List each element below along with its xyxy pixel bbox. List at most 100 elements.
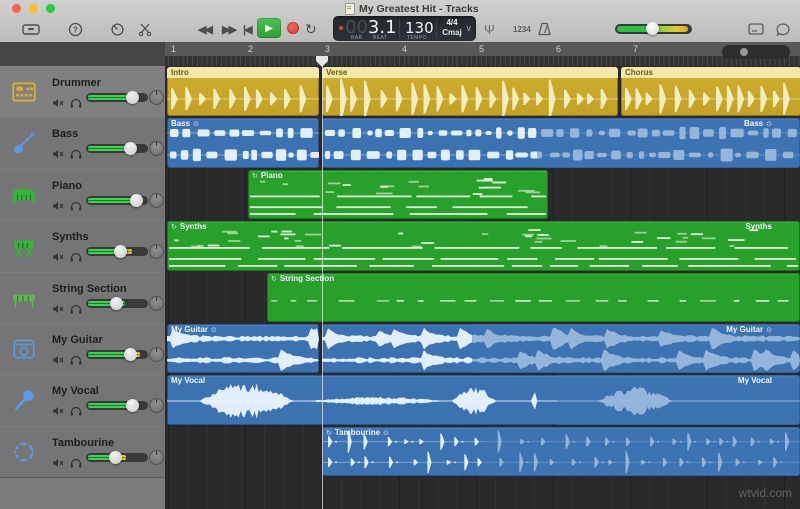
volume-slider[interactable] bbox=[86, 401, 148, 410]
solo-button[interactable] bbox=[70, 403, 84, 414]
region-synths[interactable]: ↻Synths Synths bbox=[167, 221, 800, 271]
close-window-button[interactable] bbox=[12, 4, 21, 13]
solo-button[interactable] bbox=[70, 95, 84, 106]
lane-bass[interactable]: Bass⊙ Bass⊙ bbox=[165, 117, 800, 170]
cycle-button[interactable]: ↻ bbox=[305, 19, 317, 39]
chat-feedback-button[interactable] bbox=[776, 19, 790, 39]
track-header-my-guitar[interactable]: My Guitar bbox=[0, 323, 165, 375]
volume-slider[interactable] bbox=[86, 299, 148, 308]
editors-scissors-button[interactable] bbox=[138, 19, 152, 39]
region-tambourine[interactable]: ↻Tambourine⊙ bbox=[322, 427, 800, 476]
mute-button[interactable] bbox=[52, 249, 66, 260]
track-header-synths[interactable]: Synths bbox=[0, 220, 165, 273]
track-name[interactable]: String Section bbox=[52, 283, 127, 295]
lane-my-guitar[interactable]: My Guitar⊙ My Guitar⊙ bbox=[165, 323, 800, 375]
volume-knob[interactable] bbox=[124, 348, 137, 361]
timeline-ruler[interactable]: 1 2 3 4 5 6 7 bbox=[165, 42, 800, 67]
region-bass-1[interactable]: Bass⊙ bbox=[167, 118, 319, 168]
master-volume-slider[interactable] bbox=[615, 24, 692, 34]
rewind-button[interactable]: ◀◀ bbox=[198, 19, 211, 39]
volume-slider[interactable] bbox=[86, 196, 148, 205]
solo-button[interactable] bbox=[70, 146, 84, 157]
master-volume-knob[interactable] bbox=[646, 22, 659, 35]
volume-knob[interactable] bbox=[124, 142, 137, 155]
lane-drummer[interactable]: Intro Verse Chorus bbox=[165, 66, 800, 118]
lcd-display[interactable]: 003.1 BAR BEAT 130 TEMPO 4/4 Cmaj ∨ bbox=[333, 16, 476, 41]
volume-slider[interactable] bbox=[86, 144, 148, 153]
pan-knob[interactable] bbox=[149, 244, 164, 259]
solo-button[interactable] bbox=[70, 249, 84, 260]
lane-my-vocal[interactable]: My Vocal My Vocal bbox=[165, 374, 800, 427]
library-button[interactable] bbox=[22, 19, 40, 39]
record-button[interactable] bbox=[287, 22, 299, 34]
region-drummer-intro[interactable]: Intro bbox=[167, 67, 319, 116]
count-in-button[interactable]: 1234 bbox=[513, 19, 531, 39]
mute-button[interactable] bbox=[52, 301, 66, 312]
zoom-window-button[interactable] bbox=[46, 4, 55, 13]
solo-button[interactable] bbox=[70, 455, 84, 466]
metronome-button[interactable] bbox=[538, 19, 551, 39]
region-string-section[interactable]: ↻String Section bbox=[267, 273, 800, 322]
volume-knob[interactable] bbox=[109, 451, 122, 464]
pan-knob[interactable] bbox=[149, 296, 164, 311]
track-name[interactable]: Tambourine bbox=[52, 437, 114, 449]
pan-knob[interactable] bbox=[149, 90, 164, 105]
pan-knob[interactable] bbox=[149, 450, 164, 465]
track-name[interactable]: Drummer bbox=[52, 77, 101, 89]
smart-controls-button[interactable] bbox=[110, 19, 125, 39]
solo-button[interactable] bbox=[70, 198, 84, 209]
track-header-tambourine[interactable]: Tambourine bbox=[0, 426, 165, 478]
pan-knob[interactable] bbox=[149, 398, 164, 413]
volume-knob[interactable] bbox=[110, 297, 123, 310]
playhead[interactable] bbox=[322, 56, 323, 509]
tuning-fork-icon[interactable]: Ψ bbox=[484, 19, 495, 39]
volume-slider[interactable] bbox=[86, 247, 148, 256]
region-my-guitar-1[interactable]: My Guitar⊙ bbox=[167, 324, 319, 373]
region-drummer-verse[interactable]: Verse bbox=[322, 67, 618, 116]
lane-synths[interactable]: ↻Synths Synths bbox=[165, 220, 800, 273]
horizontal-zoom-slider[interactable] bbox=[722, 45, 790, 59]
volume-knob[interactable] bbox=[130, 194, 143, 207]
minimize-window-button[interactable] bbox=[29, 4, 38, 13]
pan-knob[interactable] bbox=[149, 347, 164, 362]
track-header-piano[interactable]: Piano bbox=[0, 169, 165, 221]
solo-button[interactable] bbox=[70, 301, 84, 312]
region-drummer-chorus[interactable]: Chorus bbox=[621, 67, 800, 116]
region-my-guitar-2[interactable]: My Guitar⊙ bbox=[322, 324, 800, 373]
volume-knob[interactable] bbox=[114, 245, 127, 258]
region-my-vocal[interactable]: My Vocal My Vocal bbox=[167, 375, 800, 425]
volume-knob[interactable] bbox=[126, 399, 139, 412]
forward-button[interactable]: ▶▶ bbox=[222, 19, 235, 39]
mute-button[interactable] bbox=[52, 198, 66, 209]
mute-button[interactable] bbox=[52, 95, 66, 106]
track-name[interactable]: Piano bbox=[52, 180, 82, 192]
lane-empty[interactable] bbox=[165, 477, 800, 509]
quick-help-button[interactable]: ? bbox=[68, 19, 83, 39]
mute-button[interactable] bbox=[52, 455, 66, 466]
mute-button[interactable] bbox=[52, 403, 66, 414]
pan-knob[interactable] bbox=[149, 193, 164, 208]
track-name[interactable]: Bass bbox=[52, 128, 78, 140]
lane-tambourine[interactable]: ↻Tambourine⊙ bbox=[165, 426, 800, 478]
region-bass-2[interactable]: Bass⊙ bbox=[322, 118, 800, 168]
display-mode-button[interactable] bbox=[748, 19, 764, 39]
volume-slider[interactable] bbox=[86, 93, 148, 102]
lane-piano[interactable]: ↻Piano bbox=[165, 169, 800, 221]
lane-string-section[interactable]: ↻String Section bbox=[165, 272, 800, 324]
track-header-my-vocal[interactable]: My Vocal bbox=[0, 374, 165, 427]
region-piano[interactable]: ↻Piano bbox=[248, 170, 548, 219]
track-header-drummer[interactable]: Drummer bbox=[0, 66, 165, 118]
mute-button[interactable] bbox=[52, 146, 66, 157]
go-to-beginning-button[interactable]: |◀ bbox=[243, 19, 251, 39]
track-header-bass[interactable]: Bass bbox=[0, 117, 165, 170]
volume-slider[interactable] bbox=[86, 453, 148, 462]
zoom-slider-knob[interactable] bbox=[740, 48, 748, 56]
pan-knob[interactable] bbox=[149, 141, 164, 156]
lcd-chevron-icon[interactable]: ∨ bbox=[465, 23, 472, 34]
track-name[interactable]: My Vocal bbox=[52, 385, 99, 397]
solo-button[interactable] bbox=[70, 352, 84, 363]
mute-button[interactable] bbox=[52, 352, 66, 363]
time-signature[interactable]: 4/4 bbox=[439, 18, 465, 27]
volume-knob[interactable] bbox=[126, 91, 139, 104]
volume-slider[interactable] bbox=[86, 350, 148, 359]
